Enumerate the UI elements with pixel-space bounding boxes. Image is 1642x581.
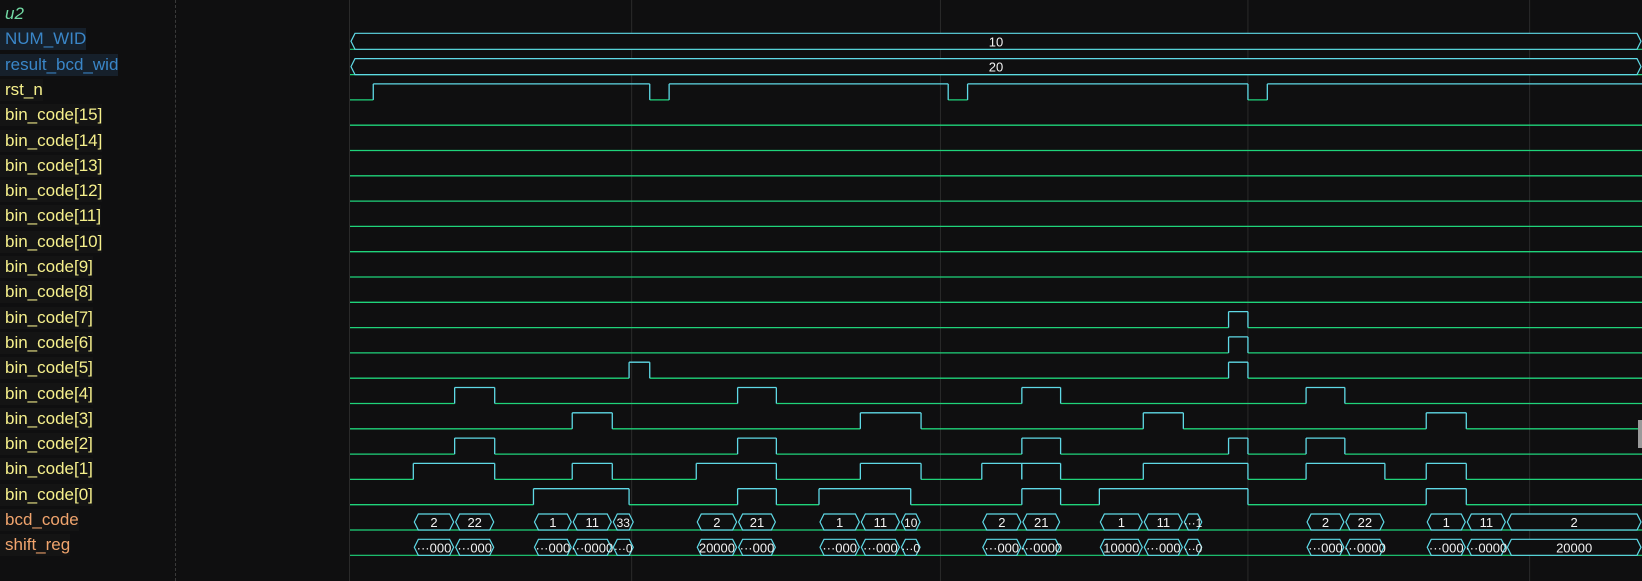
bus-value-bcd-code: 1 [549,515,556,530]
waveform-num-wid[interactable]: 10 [350,32,1642,50]
bus-value-shift-reg: ···0 [901,541,920,555]
bus-value-bcd-code: 21 [1034,515,1048,530]
bus-value-shift-reg: ···0 [614,541,633,555]
bus-value-bcd-code: 1 [1443,515,1450,530]
bus-value-shift-reg: ···000 [417,540,452,555]
bus-value-shift-reg: ···000 [1146,540,1181,555]
bus-value-shift-reg: ···000 [536,540,571,555]
bus-value-bcd-code: 2 [1322,515,1329,530]
bus-value-bcd-code: 33 [617,516,631,530]
bus-value-shift-reg: 20000 [699,540,735,555]
waveform-bin-code-1[interactable] [350,462,1642,481]
bus-value-bcd-code: 10 [904,516,918,530]
waveform-bin-code-7[interactable] [350,310,1642,329]
bus-value-shift-reg: 10000 [1103,540,1139,555]
bus-value-num-wid: 10 [989,34,1003,49]
bus-value-bcd-code: 11 [586,515,600,530]
bus-value-shift-reg: ···000 [457,540,492,555]
waveform-rst-n[interactable] [350,83,1642,101]
bus-value-shift-reg: ···0000 [1465,540,1507,555]
bus-value-bcd-code: 2 [998,515,1005,530]
bus-value-shift-reg: ···0 [1184,541,1203,555]
bus-value-shift-reg: ···0000 [571,540,613,555]
bus-value-bcd-code: 21 [750,515,764,530]
bus-value-bcd-code: 22 [467,515,481,530]
bus-value-shift-reg: ···0000 [1344,540,1386,555]
bus-value-shift-reg: ···000 [1429,540,1464,555]
waveform-bin-code-4[interactable] [350,386,1642,405]
bus-value-shift-reg: ···000 [1308,540,1343,555]
waveform-shift-reg[interactable]: ···000 ···000 ···000 ···0000 ···0 20000 ···000… [350,538,1642,556]
bus-value-bcd-code: ···1 [1184,516,1203,530]
waveform-bin-code-2[interactable] [350,437,1642,455]
waveform-bin-code-3[interactable] [350,412,1642,430]
bus-value-shift-reg: ···000 [984,540,1019,555]
bus-value-bcd-code: 2 [430,515,437,530]
bus-value-bcd-code: 11 [1480,515,1494,530]
waveform-bin-code-6[interactable] [350,336,1642,354]
bus-value-result-bcd-wid: 20 [989,60,1003,75]
waveform-bin-code-0[interactable] [350,488,1642,506]
bus-value-bcd-code: 2 [713,515,720,530]
waveform-result-bcd-wid[interactable]: 20 [350,58,1642,76]
waveform-canvas[interactable]: 10202 22 1 11 33 2 21 1 11 10 2 21 1 11 ···1 2 22 1 11 2···… [0,0,1642,581]
bus-value-bcd-code: 1 [1118,515,1125,530]
bus-value-shift-reg: 20000 [1556,540,1592,555]
waveform-bin-code-5[interactable] [350,361,1642,379]
bus-value-bcd-code: 11 [874,515,888,530]
vertical-scrollbar-thumb[interactable] [1638,420,1642,448]
bus-value-bcd-code: 2 [1571,515,1578,530]
bus-value-shift-reg: ···000 [822,540,857,555]
bus-value-bcd-code: 11 [1157,515,1171,530]
bus-value-shift-reg: ···000 [863,540,898,555]
bus-value-bcd-code: 1 [836,515,843,530]
bus-value-shift-reg: ···000 [740,540,775,555]
waveform-bcd-code[interactable]: 2 22 1 11 33 2 21 1 11 10 2 21 1 11 ···1 2 22 1 11 2 [350,513,1642,531]
bus-value-shift-reg: ···0000 [1020,540,1062,555]
bus-value-bcd-code: 22 [1358,515,1372,530]
